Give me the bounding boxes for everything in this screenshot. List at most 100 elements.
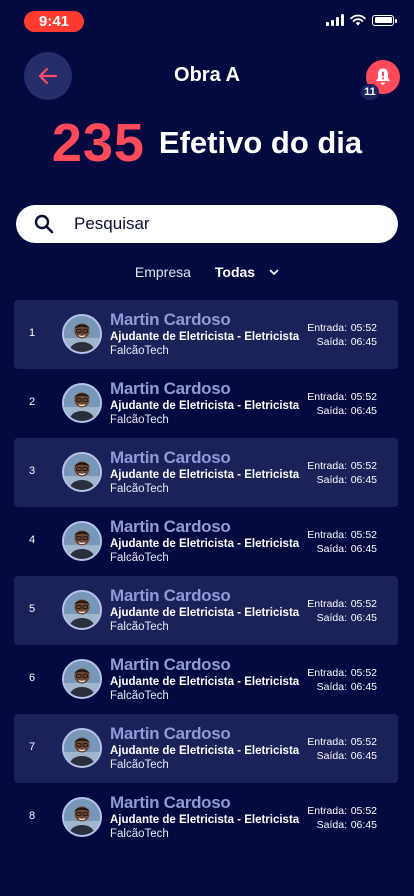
chevron-down-icon[interactable] xyxy=(269,269,279,276)
entry-label: Entrada: xyxy=(307,322,347,334)
headcount-label: Efetivo do dia xyxy=(158,125,363,160)
exit-time: 06:45 xyxy=(350,819,377,831)
avatar xyxy=(62,314,102,354)
worker-role: Ajudante de Eletricista - Eletricista xyxy=(110,745,300,757)
worker-times: Entrada: 05:52 Saída: 06:45 xyxy=(299,390,377,418)
headcount-number: 235 xyxy=(51,113,145,173)
entry-label: Entrada: xyxy=(307,529,347,541)
exit-label: Saída: xyxy=(316,543,347,555)
entry-time: 05:52 xyxy=(350,805,377,817)
worker-role: Ajudante de Eletricista - Eletricista xyxy=(110,400,300,412)
worker-name: Martin Cardoso xyxy=(110,379,231,398)
exit-time: 06:45 xyxy=(350,405,377,417)
worker-row[interactable]: 2 Martin Cardoso Ajudante de Eletricista… xyxy=(14,369,398,438)
worker-times: Entrada: 05:52 Saída: 06:45 xyxy=(299,597,377,625)
entry-label: Entrada: xyxy=(307,667,347,679)
entry-time: 05:52 xyxy=(350,667,377,679)
worker-company: FalcãoTech xyxy=(110,828,169,840)
worker-company: FalcãoTech xyxy=(110,414,169,426)
avatar xyxy=(62,728,102,768)
worker-name: Martin Cardoso xyxy=(110,517,231,536)
search-icon xyxy=(34,214,54,234)
exit-label: Saída: xyxy=(316,405,347,417)
entry-label: Entrada: xyxy=(307,805,347,817)
entry-label: Entrada: xyxy=(307,391,347,403)
avatar xyxy=(62,797,102,837)
worker-times: Entrada: 05:52 Saída: 06:45 xyxy=(299,735,377,763)
worker-row[interactable]: 5 Martin Cardoso Ajudante de Eletricista… xyxy=(14,576,398,645)
entry-time: 05:52 xyxy=(350,736,377,748)
worker-role: Ajudante de Eletricista - Eletricista xyxy=(110,331,300,343)
page-title: Obra A xyxy=(174,64,240,86)
exit-label: Saída: xyxy=(316,612,347,624)
exit-label: Saída: xyxy=(316,474,347,486)
worker-name: Martin Cardoso xyxy=(110,724,231,743)
worker-role: Ajudante de Eletricista - Eletricista xyxy=(110,538,300,550)
worker-name: Martin Cardoso xyxy=(110,655,231,674)
worker-row[interactable]: 3 Martin Cardoso Ajudante de Eletricista… xyxy=(14,438,398,507)
exit-time: 06:45 xyxy=(350,474,377,486)
exit-time: 06:45 xyxy=(350,681,377,693)
entry-label: Entrada: xyxy=(307,460,347,472)
worker-company: FalcãoTech xyxy=(110,552,169,564)
entry-time: 05:52 xyxy=(350,322,377,334)
worker-list: 1 Martin Cardoso Ajudante de Eletricista… xyxy=(14,300,398,852)
entry-time: 05:52 xyxy=(350,460,377,472)
worker-role: Ajudante de Eletricista - Eletricista xyxy=(110,607,300,619)
row-index: 5 xyxy=(29,603,36,615)
worker-row[interactable]: 7 Martin Cardoso Ajudante de Eletricista… xyxy=(14,714,398,783)
worker-row[interactable]: 1 Martin Cardoso Ajudante de Eletricista… xyxy=(14,300,398,369)
entry-label: Entrada: xyxy=(307,736,347,748)
row-index: 2 xyxy=(29,396,36,408)
worker-times: Entrada: 05:52 Saída: 06:45 xyxy=(299,804,377,832)
exit-label: Saída: xyxy=(316,750,347,762)
exit-time: 06:45 xyxy=(350,543,377,555)
filter-label: Empresa xyxy=(134,264,191,280)
worker-name: Martin Cardoso xyxy=(110,448,231,467)
exit-time: 06:45 xyxy=(350,612,377,624)
search-input[interactable] xyxy=(72,213,356,235)
avatar xyxy=(62,659,102,699)
wifi-icon xyxy=(350,14,366,26)
worker-row[interactable]: 8 Martin Cardoso Ajudante de Eletricista… xyxy=(14,783,398,852)
status-bar: 9:41 xyxy=(0,0,414,44)
status-icons xyxy=(326,14,397,26)
worker-name: Martin Cardoso xyxy=(110,793,231,812)
worker-row[interactable]: 4 Martin Cardoso Ajudante de Eletricista… xyxy=(14,507,398,576)
worker-times: Entrada: 05:52 Saída: 06:45 xyxy=(299,666,377,694)
avatar xyxy=(62,521,102,561)
row-index: 7 xyxy=(29,741,36,753)
worker-company: FalcãoTech xyxy=(110,345,169,357)
exit-label: Saída: xyxy=(316,681,347,693)
daily-headcount: 235 Efetivo do dia xyxy=(0,112,414,174)
avatar xyxy=(62,383,102,423)
search-bar[interactable] xyxy=(16,205,398,243)
exit-label: Saída: xyxy=(316,819,347,831)
entry-time: 05:52 xyxy=(350,598,377,610)
worker-role: Ajudante de Eletricista - Eletricista xyxy=(110,676,300,688)
worker-times: Entrada: 05:52 Saída: 06:45 xyxy=(299,321,377,349)
avatar xyxy=(62,590,102,630)
avatar xyxy=(62,452,102,492)
company-filter: Empresa Todas xyxy=(0,264,414,280)
notification-count-badge: 11 xyxy=(361,84,379,100)
worker-company: FalcãoTech xyxy=(110,759,169,771)
status-time: 9:41 xyxy=(24,11,84,32)
worker-company: FalcãoTech xyxy=(110,483,169,495)
worker-name: Martin Cardoso xyxy=(110,310,231,329)
bell-alert-icon xyxy=(376,68,390,85)
worker-times: Entrada: 05:52 Saída: 06:45 xyxy=(299,459,377,487)
worker-role: Ajudante de Eletricista - Eletricista xyxy=(110,469,300,481)
worker-row[interactable]: 6 Martin Cardoso Ajudante de Eletricista… xyxy=(14,645,398,714)
exit-time: 06:45 xyxy=(350,336,377,348)
row-index: 3 xyxy=(29,465,36,477)
exit-time: 06:45 xyxy=(350,750,377,762)
worker-role: Ajudante de Eletricista - Eletricista xyxy=(110,814,300,826)
cellular-signal-icon xyxy=(326,14,344,26)
exit-label: Saída: xyxy=(316,336,347,348)
worker-name: Martin Cardoso xyxy=(110,586,231,605)
filter-dropdown[interactable]: Todas xyxy=(215,264,255,280)
entry-time: 05:52 xyxy=(350,391,377,403)
battery-icon xyxy=(372,14,397,26)
row-index: 6 xyxy=(29,672,36,684)
